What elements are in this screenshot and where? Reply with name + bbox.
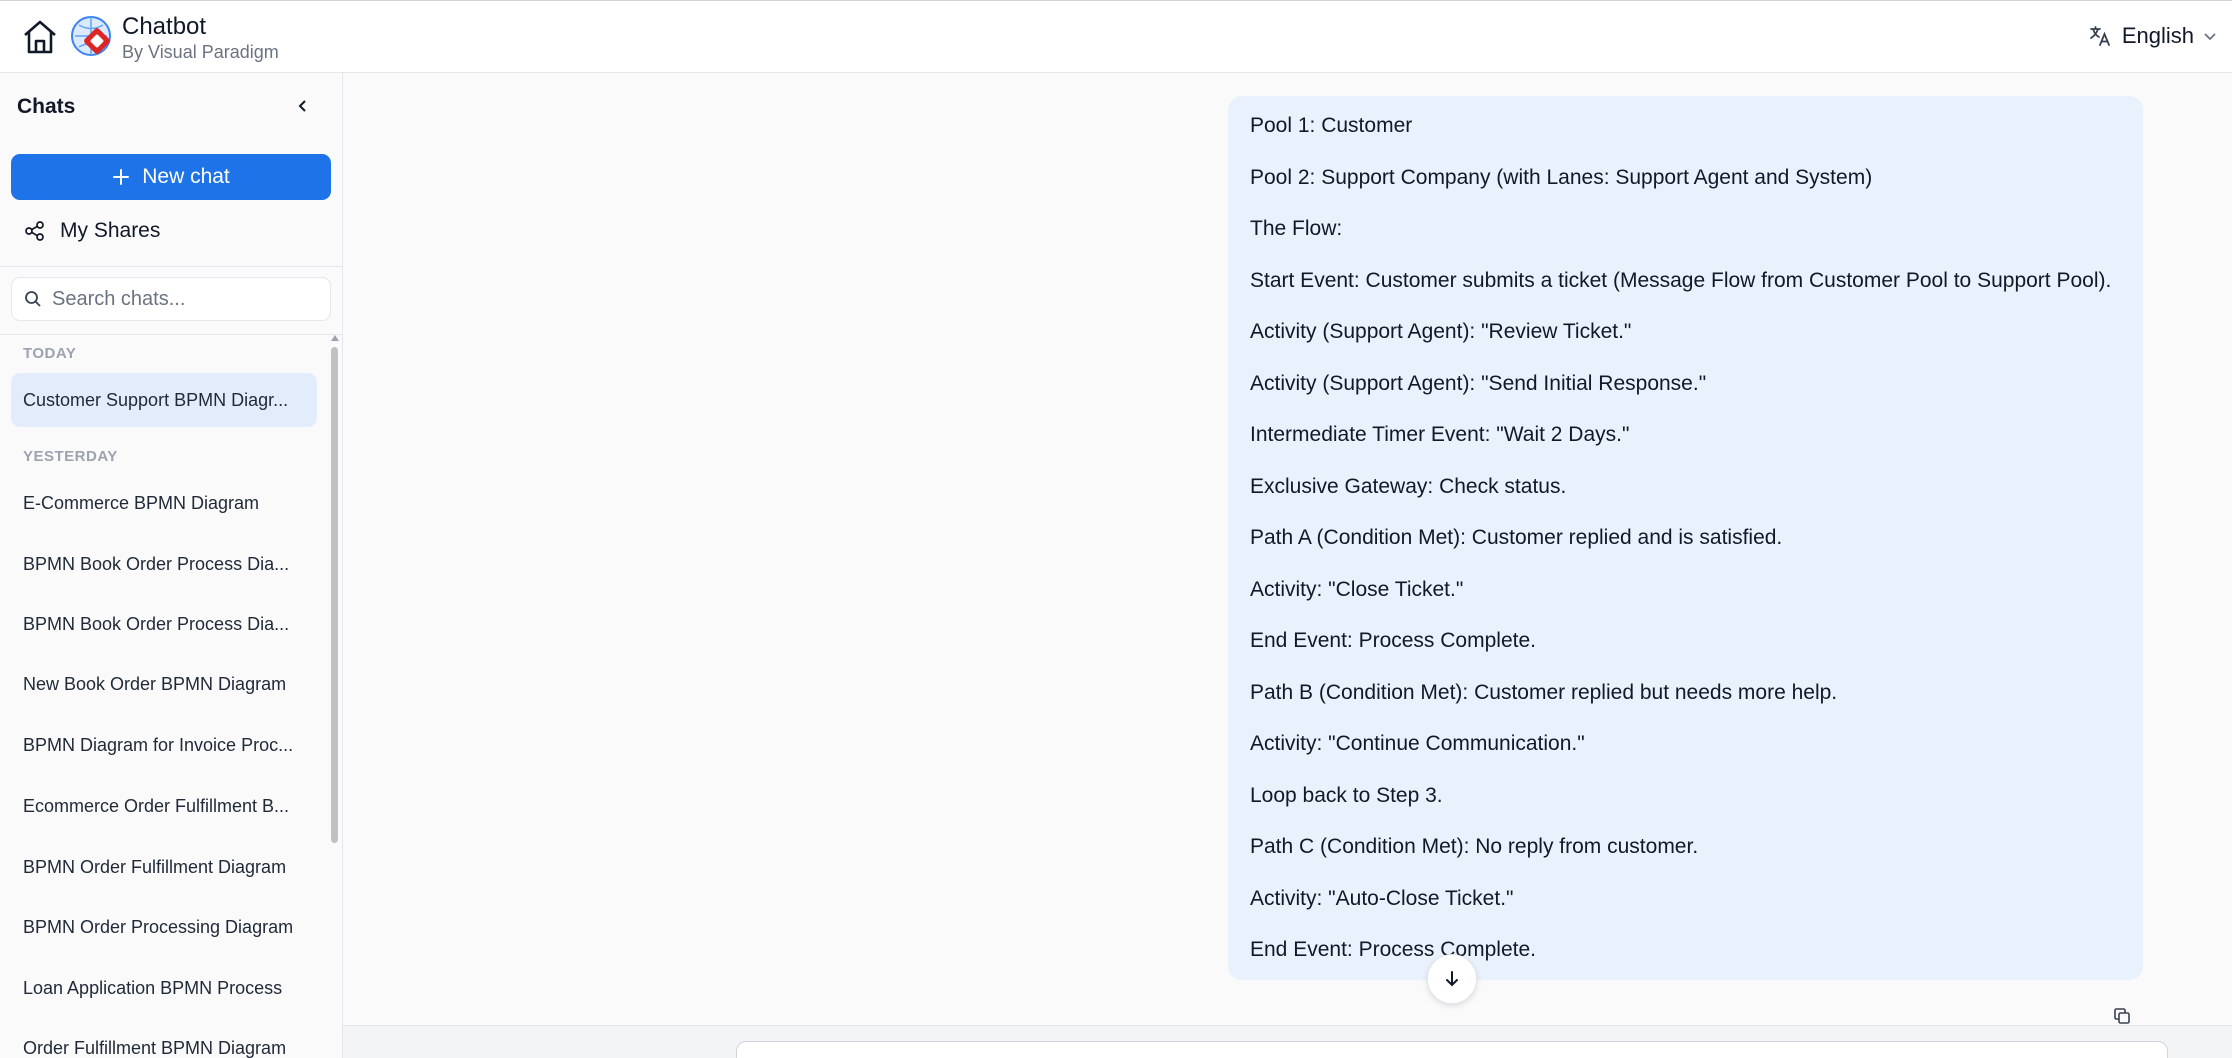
- share-icon: [25, 221, 44, 241]
- message-line: Activity: "Continue Communication.": [1250, 732, 1585, 755]
- message-line: End Event: Process Complete.: [1250, 629, 1536, 652]
- chat-main-area: Pool 1: Customer Pool 2: Support Company…: [343, 73, 2232, 1058]
- chat-item[interactable]: BPMN Book Order Process Dia...: [11, 597, 317, 651]
- message-line: Path C (Condition Met): No reply from cu…: [1250, 835, 1699, 858]
- sidebar-scrollbar[interactable]: [330, 335, 339, 1058]
- composer-area: [343, 1025, 2232, 1058]
- message-line: Loop back to Step 3.: [1250, 783, 1443, 807]
- chat-item[interactable]: New Book Order BPMN Diagram: [11, 657, 317, 711]
- chat-item[interactable]: Order Fulfillment BPMN Diagram: [11, 1021, 317, 1058]
- message-line: Pool 2: Support Company (with Lanes: Sup…: [1250, 165, 1873, 189]
- chat-item[interactable]: Loan Application BPMN Process: [11, 961, 317, 1015]
- message-line: Path A (Condition Met): Customer replied…: [1250, 526, 1783, 549]
- my-shares-label: My Shares: [60, 219, 161, 242]
- language-label: English: [2121, 23, 2194, 48]
- translate-icon: [2089, 26, 2110, 46]
- message-line: Activity: "Close Ticket.": [1250, 577, 1464, 601]
- chat-item[interactable]: BPMN Diagram for Invoice Proc...: [11, 718, 317, 772]
- group-label-yesterday: YESTERDAY: [23, 448, 118, 465]
- scroll-up-arrow-icon[interactable]: [331, 335, 339, 341]
- chat-item[interactable]: BPMN Order Fulfillment Diagram: [11, 840, 317, 894]
- message-line: Pool 1: Customer: [1250, 114, 1413, 137]
- message-line: Activity: "Auto-Close Ticket.": [1250, 886, 1514, 910]
- chat-item[interactable]: Ecommerce Order Fulfillment B...: [11, 779, 317, 833]
- plus-icon: [113, 169, 130, 185]
- app-subtitle: By Visual Paradigm: [122, 42, 279, 62]
- chat-search[interactable]: [11, 277, 331, 321]
- chat-item[interactable]: Customer Support BPMN Diagr...: [11, 373, 317, 427]
- copy-icon: [2114, 1008, 2130, 1024]
- chevron-down-icon: [2204, 33, 2216, 41]
- collapse-sidebar-button[interactable]: [290, 93, 316, 119]
- divider: [0, 266, 342, 267]
- chevron-left-icon: [298, 100, 306, 112]
- message-line: Path B (Condition Met): Customer replied…: [1250, 680, 1838, 704]
- scrollbar-thumb[interactable]: [331, 347, 338, 843]
- home-icon[interactable]: [18, 15, 62, 59]
- message-line: The Flow:: [1250, 217, 1343, 240]
- visual-paradigm-logo-icon: [69, 14, 113, 58]
- sidebar-heading: Chats: [17, 95, 76, 118]
- new-chat-label: New chat: [142, 165, 230, 188]
- chat-item[interactable]: E-Commerce BPMN Diagram: [11, 476, 317, 530]
- user-message-bubble: Pool 1: Customer Pool 2: Support Company…: [1228, 96, 2143, 980]
- group-label-today: TODAY: [23, 345, 77, 362]
- message-line: Exclusive Gateway: Check status.: [1250, 474, 1567, 498]
- scroll-to-bottom-button[interactable]: [1427, 954, 1477, 1004]
- message-line: Activity (Support Agent): "Review Ticket…: [1250, 320, 1632, 343]
- chat-item[interactable]: BPMN Book Order Process Dia...: [11, 537, 317, 591]
- chat-list: TODAY Customer Support BPMN Diagr... YES…: [0, 335, 330, 1058]
- message-line: End Event: Process Complete.: [1250, 938, 1536, 961]
- my-shares-link[interactable]: My Shares: [24, 219, 160, 243]
- message-input[interactable]: [736, 1041, 2168, 1058]
- message-line: Start Event: Customer submits a ticket (…: [1250, 268, 2112, 292]
- new-chat-button[interactable]: New chat: [11, 154, 331, 200]
- search-input[interactable]: [52, 287, 322, 311]
- search-icon: [25, 291, 41, 307]
- chat-item[interactable]: BPMN Order Processing Diagram: [11, 900, 317, 954]
- top-bar: Chatbot By Visual Paradigm English: [0, 0, 2232, 73]
- message-line: Activity (Support Agent): "Send Initial …: [1250, 371, 1707, 395]
- message-line: Intermediate Timer Event: "Wait 2 Days.": [1250, 423, 1630, 446]
- language-selector[interactable]: English: [2088, 23, 2218, 49]
- arrow-down-icon: [1446, 971, 1458, 987]
- sidebar: Chats New chat My Shares TODAY Customer …: [0, 73, 343, 1058]
- app-title: Chatbot: [122, 13, 207, 40]
